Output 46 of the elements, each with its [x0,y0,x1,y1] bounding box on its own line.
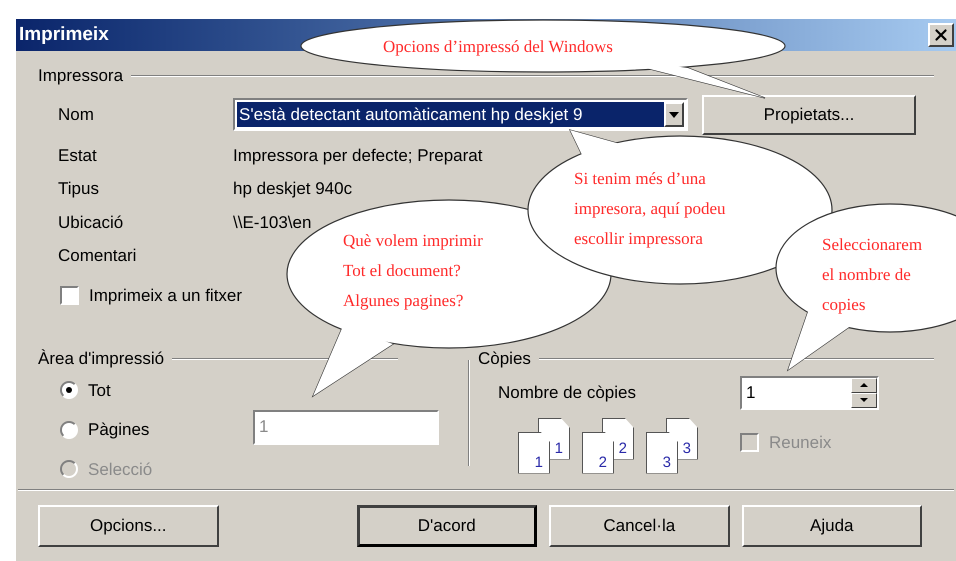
group-label: Àrea d'impressió [38,348,164,370]
callout-text: Opcions d’impressó del Windows [383,36,613,58]
group-label: Còpies [478,348,531,370]
checkbox-label: Imprimeix a un fitxer [89,284,242,306]
field-value: Impressora per defecte; Preparat [233,144,482,166]
field-label: Comentari [58,245,138,267]
callout-text: Seleccionarem [822,234,922,256]
page-number: 3 [662,454,671,470]
spin-up-icon[interactable] [851,378,877,392]
page-number: 3 [682,440,691,456]
properties-button[interactable]: Propietats... [702,94,916,134]
copies-spinner[interactable]: 1 [740,376,879,410]
dialog-button[interactable]: Cancel·la [549,505,730,547]
field-label: Estat [58,144,98,166]
callout-text: copies [822,294,866,316]
dialog-button[interactable]: Ajuda [742,505,922,547]
callout-text: Què volem imprimir [343,230,483,252]
radio-label: Tot [88,380,111,402]
callout-text: escollir impressora [574,228,704,250]
radio-label: Pàgines [88,419,150,441]
window-title: Imprimeix [19,22,109,47]
close-button[interactable] [928,23,954,47]
page-number: 2 [618,440,627,456]
radio-button[interactable] [60,381,78,400]
dialog-button[interactable]: D'acord [356,505,538,547]
radio-button[interactable] [60,420,78,439]
callout-text: impresora, aquí podeu [574,198,726,220]
page-number: 2 [598,454,607,470]
spin-down-icon[interactable] [851,392,877,408]
callout-text: Tot el document? [343,260,462,282]
dialog-button[interactable]: Opcions... [38,505,218,547]
field-value: hp deskjet 940c [233,178,352,200]
radio-label: Selecció [88,458,152,480]
field-label: Nombre de còpies [498,382,637,404]
checkbox-label: Reuneix [769,432,832,454]
group-label: Impressora [38,65,124,87]
callout-text: Si tenim més d’una [574,168,707,190]
field-label: Tipus [58,178,100,200]
page-number: 1 [534,454,543,470]
field-value: \\E-103\en [233,212,312,234]
checkbox[interactable] [60,286,79,305]
callout-text: Algunes pagines? [343,290,464,312]
page-number: 1 [554,440,563,456]
field-label: Nom [58,104,95,126]
callout-text: el nombre de [822,264,912,286]
field-label: Ubicació [58,212,124,234]
